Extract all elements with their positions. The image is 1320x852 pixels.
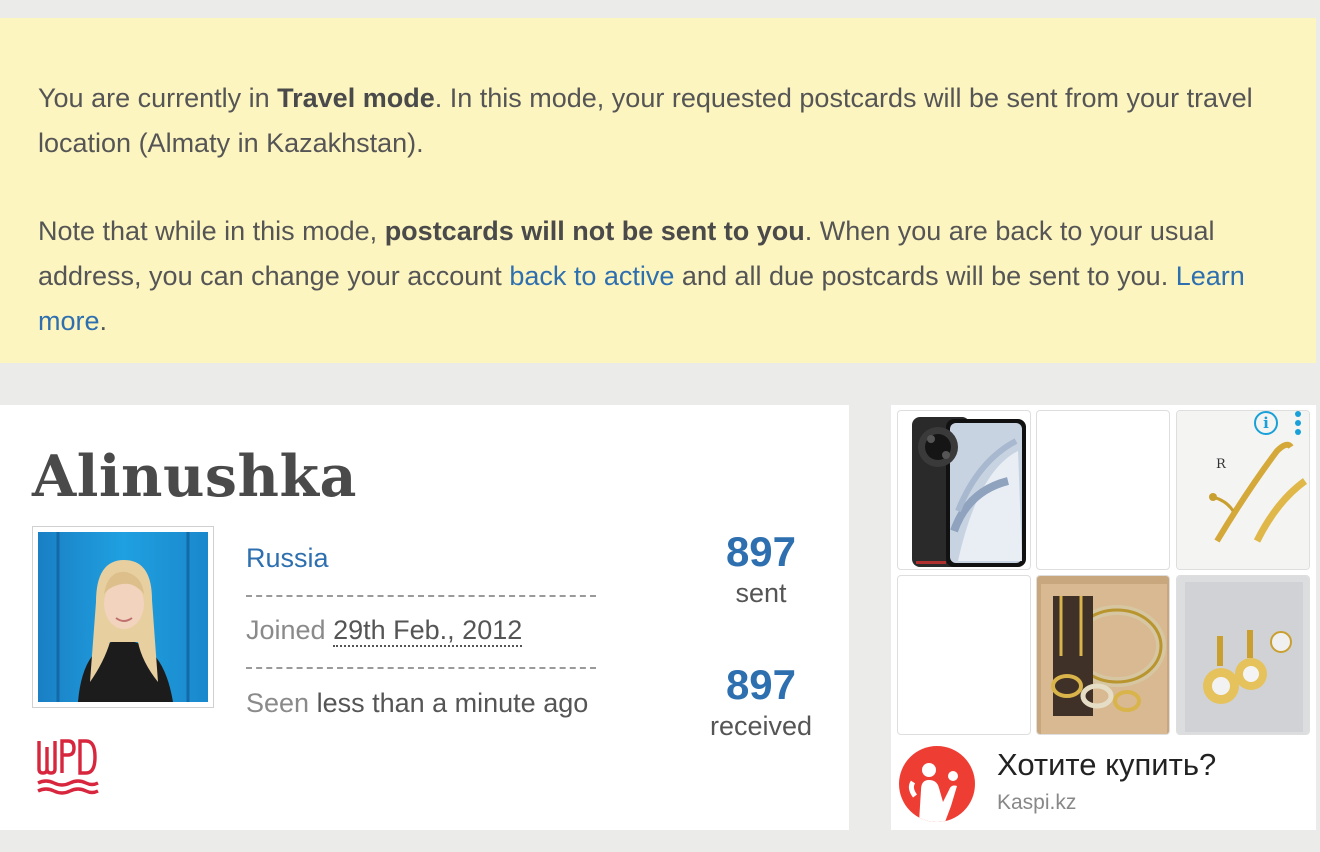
country-link[interactable]: Russia (246, 543, 329, 573)
seen-row: Seen less than a minute ago (246, 663, 596, 726)
wpd-logo-icon (37, 739, 99, 795)
travel-mode-label: Travel mode (277, 83, 435, 113)
avatar-photo (38, 532, 208, 702)
phone-image (912, 417, 1026, 567)
received-stat[interactable]: 897 received (681, 661, 841, 743)
joined-date[interactable]: 29th Feb., 2012 (333, 615, 523, 647)
ad-jewelry-letter: R (1216, 457, 1226, 472)
ad-tile-bracelets[interactable] (1036, 575, 1170, 735)
vertical-dots-icon[interactable] (1294, 411, 1302, 437)
profile-card: Alinushka Russia Joined 29th Feb., 2012 … (0, 405, 849, 830)
travel-mode-notice: You are currently in Travel mode. In thi… (0, 18, 1316, 363)
notice-paragraph-2: Note that while in this mode, postcards … (38, 209, 1278, 344)
ad-tile-blank-2[interactable] (897, 575, 1031, 735)
joined-label: Joined (246, 615, 326, 645)
notice-text: You are currently in (38, 83, 278, 113)
sent-label: sent (735, 578, 787, 608)
ad-tile-blank[interactable] (1036, 410, 1170, 570)
bracelets-image (1037, 576, 1169, 734)
kaspi-logo-icon (908, 763, 958, 822)
notice-text: Note that while in this mode, (38, 216, 385, 246)
ad-tile-earrings[interactable] (1176, 575, 1310, 735)
notice-paragraph-1: You are currently in Travel mode. In thi… (38, 76, 1278, 166)
notice-warning: postcards will not be sent to you (384, 216, 805, 246)
profile-details: Russia Joined 29th Feb., 2012 Seen less … (246, 537, 596, 726)
ad-tile-phone[interactable] (897, 410, 1031, 570)
country-row: Russia (246, 537, 596, 597)
received-label: received (709, 711, 813, 741)
back-to-active-link[interactable]: back to active (509, 261, 674, 291)
ad-domain: Kaspi.kz (997, 791, 1077, 814)
chain-image (1177, 411, 1309, 569)
username-heading: Alinushka (32, 443, 357, 510)
ad-headline[interactable]: Хотите купить? (997, 747, 1216, 783)
notice-text: and all due postcards will be sent to yo… (674, 261, 1176, 291)
sent-stat[interactable]: 897 sent (681, 528, 841, 610)
kaspi-logo[interactable] (899, 746, 975, 822)
sent-count[interactable]: 897 (681, 528, 841, 576)
earrings-image (1177, 576, 1309, 734)
ad-info-icon[interactable]: i (1254, 411, 1278, 435)
seen-label: Seen (246, 688, 310, 718)
seen-value: less than a minute ago (316, 688, 589, 718)
wpd-badge[interactable] (36, 739, 100, 802)
avatar[interactable] (32, 526, 214, 708)
advertisement[interactable]: R i Хотите купить? Kaspi.kz (891, 405, 1316, 830)
received-count[interactable]: 897 (681, 661, 841, 709)
notice-text: . (99, 306, 108, 336)
joined-row: Joined 29th Feb., 2012 (246, 597, 596, 669)
ad-tile-chain[interactable]: R (1176, 410, 1310, 570)
